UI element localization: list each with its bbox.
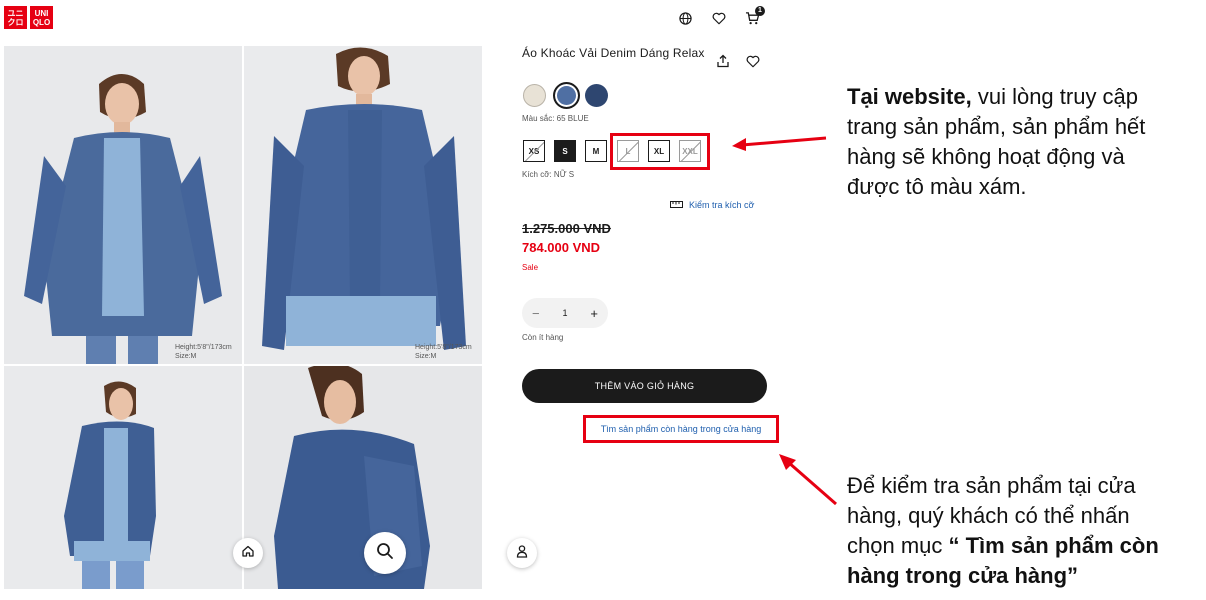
product-favorite-heart-icon[interactable]: [746, 55, 760, 73]
annotation-store-line-3-bold: “ Tìm sản phẩm còn: [948, 533, 1159, 558]
cart-icon[interactable]: 1: [743, 6, 765, 27]
quantity-value[interactable]: 1: [562, 308, 567, 318]
size-label: Kích cỡ: NỮ S: [522, 170, 575, 179]
product-title: Áo Khoác Vải Denim Dáng Relax: [522, 46, 705, 60]
highlight-box-sizes: [610, 133, 710, 170]
original-price: 1.275.000 VND: [522, 221, 611, 236]
quantity-increase-button[interactable]: +: [590, 306, 598, 321]
search-button[interactable]: [364, 532, 406, 574]
photo-1-height: Height:5'8"/173cm: [175, 344, 232, 351]
annotation-store-line-3: chọn mục: [847, 533, 949, 558]
product-photo-4[interactable]: [244, 366, 482, 589]
search-icon: [376, 542, 394, 565]
annotation-website-line-4: được tô màu xám.: [847, 174, 1027, 199]
product-photo-1[interactable]: [4, 46, 242, 364]
photo-1-caption: Height:5'8"/173cm Size:M: [175, 343, 232, 361]
uniqlo-logo[interactable]: ユニクロ UNI QLO: [4, 6, 53, 29]
size-check-label: Kiểm tra kích cỡ: [689, 200, 755, 210]
sale-badge: Sale: [522, 263, 539, 272]
ruler-icon: [670, 200, 683, 210]
arrow-to-store-link: [779, 454, 837, 506]
cart-count-badge: 1: [755, 6, 765, 16]
color-swatch-navy[interactable]: [585, 84, 608, 107]
quantity-stepper: − 1 +: [522, 298, 608, 328]
wishlist-heart-icon[interactable]: [710, 9, 728, 27]
stock-status: Còn ít hàng: [522, 333, 564, 342]
arrow-to-sizes: [732, 136, 827, 151]
size-xs[interactable]: XS: [523, 140, 545, 162]
annotation-store-line-4-bold: hàng trong cửa hàng”: [847, 563, 1079, 588]
annotation-website: Tại website, vui lòng truy cập trang sản…: [847, 82, 1145, 202]
size-m[interactable]: M: [585, 140, 607, 162]
home-button[interactable]: [233, 538, 263, 568]
color-swatch-blue-selected[interactable]: [553, 82, 580, 109]
annotation-website-line-1: vui lòng truy cập: [971, 84, 1139, 109]
annotation-store-line-1: Để kiểm tra sản phẩm tại cửa: [847, 473, 1136, 498]
account-button[interactable]: [507, 538, 537, 568]
share-icon[interactable]: [716, 54, 730, 73]
photo-2-size: Size:M: [415, 353, 437, 360]
annotation-website-line-2: trang sản phẩm, sản phẩm hết: [847, 114, 1146, 139]
color-label: Màu sắc: 65 BLUE: [522, 114, 589, 123]
color-swatch-natural[interactable]: [523, 84, 546, 107]
annotation-website-bold: Tại website,: [847, 84, 972, 109]
product-photo-3[interactable]: [4, 366, 242, 589]
add-to-cart-button[interactable]: THÊM VÀO GIỎ HÀNG: [522, 369, 767, 403]
quantity-decrease-button[interactable]: −: [532, 306, 540, 321]
size-s-selected[interactable]: S: [554, 140, 576, 162]
sale-price: 784.000 VND: [522, 240, 601, 255]
find-in-store-link[interactable]: Tìm sản phẩm còn hàng trong cửa hàng: [583, 415, 779, 443]
annotation-website-line-3: hàng sẽ không hoạt động và: [847, 144, 1125, 169]
photo-2-height: Height:5'8"/173cm: [415, 344, 472, 351]
product-photo-2[interactable]: [244, 46, 482, 364]
user-icon: [515, 544, 529, 563]
globe-icon[interactable]: [676, 9, 694, 27]
photo-1-size: Size:M: [175, 353, 197, 360]
logo-tile-katakana: ユニクロ: [4, 6, 27, 29]
annotation-store: Để kiểm tra sản phẩm tại cửa hàng, quý k…: [847, 471, 1159, 591]
size-check-link[interactable]: Kiểm tra kích cỡ: [670, 200, 754, 210]
logo-tile-latin: UNI QLO: [30, 6, 53, 29]
annotation-store-line-2: hàng, quý khách có thể nhấn: [847, 503, 1130, 528]
photo-2-caption: Height:5'8"/173cm Size:M: [415, 343, 472, 361]
home-icon: [241, 544, 255, 563]
